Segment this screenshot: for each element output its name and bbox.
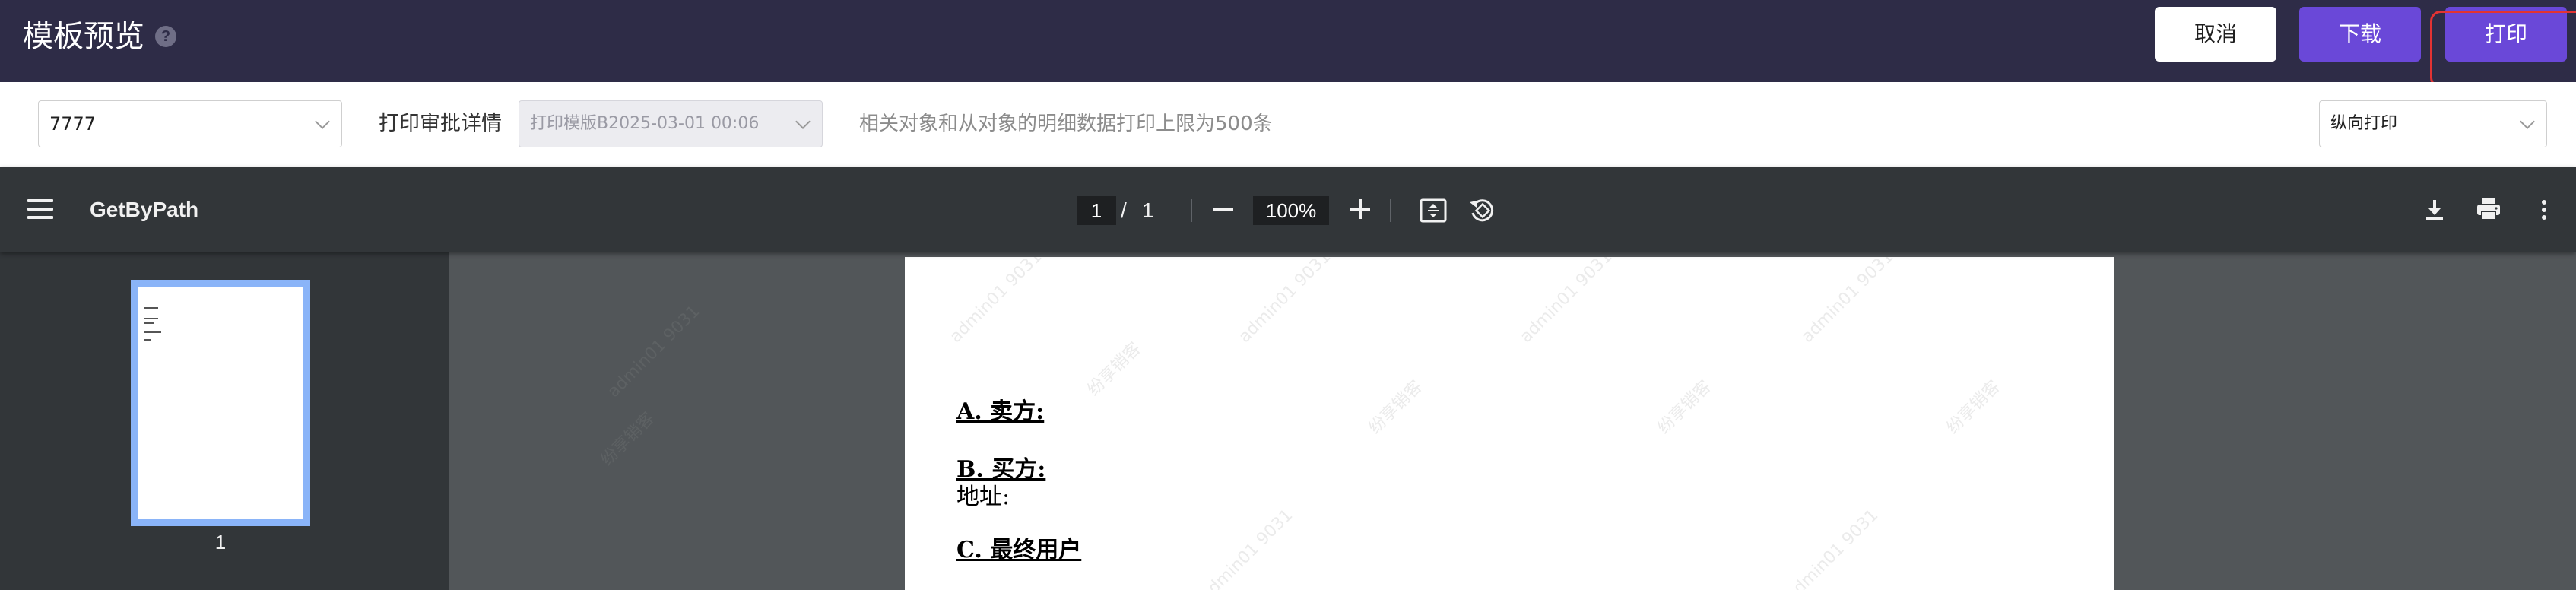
rotate-icon[interactable] (1467, 196, 1496, 225)
zoom-out-icon[interactable] (1213, 208, 1233, 211)
chevron-down-icon (315, 114, 330, 129)
print-button[interactable]: 打印 (2445, 7, 2567, 62)
page-number-input[interactable]: 1 (1077, 196, 1116, 225)
header-bar: 模板预览 ? 取消 下载 打印 (0, 0, 2576, 82)
template-select-value: 打印模版B2025-03-01 00:06 (530, 114, 760, 133)
download-icon[interactable] (2421, 196, 2448, 224)
watermark: 纷享销客 (1654, 376, 1715, 438)
print-limit-note: 相关对象和从对象的明细数据打印上限为500条 (859, 113, 1273, 135)
document-name: GetByPath (90, 198, 199, 221)
orientation-select[interactable]: 纵向打印 (2319, 100, 2547, 148)
page-separator: / (1121, 198, 1127, 222)
watermark: admin01 9031 (1197, 506, 1297, 590)
record-select[interactable]: 7777 (38, 100, 342, 148)
zoom-input[interactable]: 100% (1253, 196, 1329, 225)
watermark: admin01 9031 (604, 302, 704, 401)
watermark: 纷享销客 (1943, 376, 2004, 438)
watermark: admin01 9031 (1782, 506, 1883, 590)
seller-heading: A. 卖方: (956, 398, 1045, 425)
watermark: 纷享销客 (1083, 338, 1145, 400)
toolbar-divider (1191, 199, 1192, 222)
record-select-value: 7777 (49, 113, 97, 135)
watermark: admin01 9031 (1797, 257, 1898, 347)
cancel-button[interactable]: 取消 (2155, 7, 2276, 62)
zoom-in-icon[interactable] (1350, 199, 1370, 219)
pdf-toolbar: GetByPath 1 / 1 100% (0, 167, 2576, 252)
print-icon[interactable] (2474, 195, 2503, 224)
download-button[interactable]: 下载 (2299, 7, 2421, 62)
watermark: 纷享销客 (1365, 376, 1426, 438)
menu-icon[interactable] (27, 199, 53, 219)
fit-page-icon[interactable] (1419, 196, 1448, 225)
page-total: 1 (1142, 198, 1154, 222)
watermark: admin01 9031 (946, 257, 1046, 347)
address-label: 地址: (956, 484, 1010, 510)
print-detail-label: 打印审批详情 (379, 112, 502, 135)
more-vertical-icon[interactable] (2530, 196, 2558, 224)
filter-bar: 7777 打印审批详情 打印模版B2025-03-01 00:06 相关对象和从… (0, 82, 2576, 167)
page-thumbnail[interactable] (131, 280, 310, 526)
watermark: admin01 9031 (1516, 257, 1616, 347)
thumbnail-sidebar: 1 (0, 252, 449, 590)
page-title: 模板预览 (23, 19, 144, 54)
document-page: admin01 9031 纷享销客 admin01 9031 纷享销客 admi… (905, 257, 2114, 590)
chevron-down-icon (2520, 114, 2535, 129)
template-select[interactable]: 打印模版B2025-03-01 00:06 (519, 100, 823, 148)
toolbar-divider (1390, 199, 1391, 222)
end-user-heading: C. 最终用户 (956, 537, 1082, 563)
orientation-select-value: 纵向打印 (2330, 114, 2398, 133)
thumbnail-page-number: 1 (214, 531, 227, 554)
chevron-down-icon (795, 114, 811, 129)
watermark: admin01 9031 (1235, 257, 1335, 347)
question-circle-icon[interactable]: ? (155, 26, 176, 47)
watermark: 纷享销客 (597, 408, 658, 470)
